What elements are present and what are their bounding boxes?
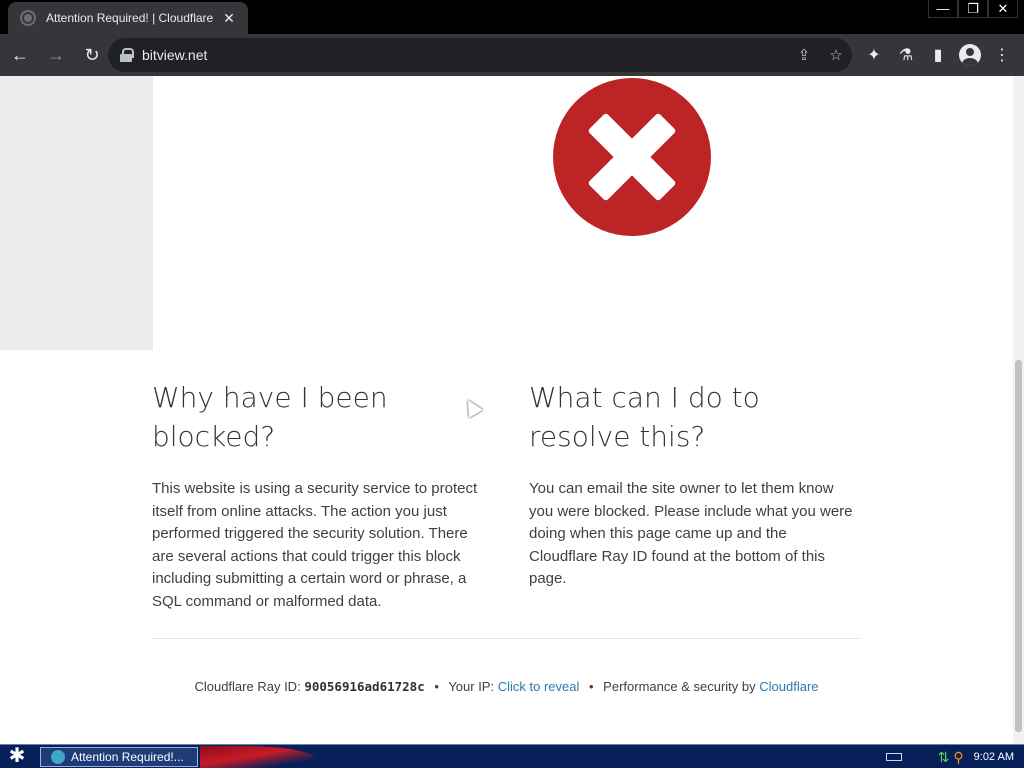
- keyboard-icon[interactable]: [885, 753, 902, 761]
- profile-icon: [959, 44, 981, 66]
- resolve-body: You can email the site owner to let them…: [529, 480, 853, 587]
- gray-panel: [0, 76, 153, 350]
- side-panel-icon[interactable]: ▮: [922, 39, 954, 71]
- start-button[interactable]: ✱: [6, 746, 28, 768]
- resolve-section: What can I do to resolve this? You can e…: [529, 378, 859, 591]
- browser-app-icon: [51, 750, 65, 764]
- footer-separator: •: [434, 679, 439, 694]
- kebab-menu-icon[interactable]: ⋮: [986, 39, 1018, 71]
- minimize-button[interactable]: —: [928, 0, 958, 18]
- taskbar-item-browser[interactable]: Attention Required!...: [40, 747, 198, 767]
- browser-titlebar: Attention Required! | Cloudflare ✕ — ❐ ✕: [0, 0, 1024, 34]
- page-viewport: Why have I been blocked? This website is…: [0, 76, 1024, 744]
- extensions-puzzle-icon[interactable]: ✦: [858, 39, 890, 71]
- scrollbar-thumb[interactable]: [1015, 360, 1022, 732]
- close-window-button[interactable]: ✕: [988, 0, 1018, 18]
- tab-title: Attention Required! | Cloudflare: [46, 11, 214, 25]
- why-blocked-heading: Why have I been blocked?: [152, 381, 388, 453]
- reveal-ip-link[interactable]: Click to reveal: [498, 679, 580, 694]
- taskbar-decoration: [200, 746, 315, 768]
- url-text[interactable]: bitview.net: [142, 47, 788, 63]
- cloudflare-link[interactable]: Cloudflare: [759, 679, 818, 694]
- search-icon[interactable]: ⚲: [953, 749, 963, 766]
- reload-button[interactable]: ↻: [76, 39, 108, 71]
- why-blocked-section: Why have I been blocked? This website is…: [152, 378, 482, 613]
- bookmark-star-icon[interactable]: ☆: [820, 46, 852, 64]
- resolve-heading: What can I do to resolve this?: [529, 381, 760, 453]
- network-icon[interactable]: ⇅: [938, 749, 950, 766]
- taskbar-item-label: Attention Required!...: [71, 750, 184, 764]
- back-button[interactable]: ←: [4, 39, 36, 71]
- labs-flask-icon[interactable]: ⚗: [890, 39, 922, 71]
- browser-toolbar: ← → ↻ bitview.net ⇪ ☆ ✦ ⚗ ▮ ⋮: [0, 34, 1024, 76]
- why-blocked-body: This website is using a security service…: [152, 480, 478, 610]
- error-x-icon: [553, 78, 711, 236]
- footer-separator: •: [588, 679, 594, 694]
- tab-close-icon[interactable]: ✕: [220, 10, 238, 27]
- forward-button[interactable]: →: [40, 39, 72, 71]
- restore-button[interactable]: ❐: [958, 0, 988, 18]
- ray-id-value: 90056916ad61728c: [304, 679, 425, 694]
- share-icon[interactable]: ⇪: [788, 46, 820, 64]
- footer-divider: [152, 638, 860, 639]
- ip-label: Your IP:: [448, 679, 495, 694]
- browser-tab[interactable]: Attention Required! | Cloudflare ✕: [8, 2, 248, 34]
- profile-avatar-button[interactable]: [954, 39, 986, 71]
- window-controls: — ❐ ✕: [928, 0, 1018, 18]
- os-taskbar: ✱ Attention Required!... ⇅ ⚲ 9:02 AM: [0, 744, 1024, 768]
- cloudflare-footer: Cloudflare Ray ID: 90056916ad61728c • Yo…: [0, 679, 1013, 694]
- taskbar-clock[interactable]: 9:02 AM: [974, 751, 1014, 763]
- ray-id-label: Cloudflare Ray ID:: [194, 679, 301, 694]
- vertical-scrollbar[interactable]: [1013, 76, 1024, 744]
- globe-icon: [20, 10, 36, 26]
- lock-icon[interactable]: [120, 48, 134, 62]
- toolbar-right: ✦ ⚗ ▮ ⋮: [858, 39, 1018, 71]
- performance-label: Performance & security by: [603, 679, 756, 694]
- address-bar[interactable]: bitview.net ⇪ ☆: [108, 38, 852, 72]
- system-tray: ⇅ ⚲ 9:02 AM: [885, 745, 1014, 768]
